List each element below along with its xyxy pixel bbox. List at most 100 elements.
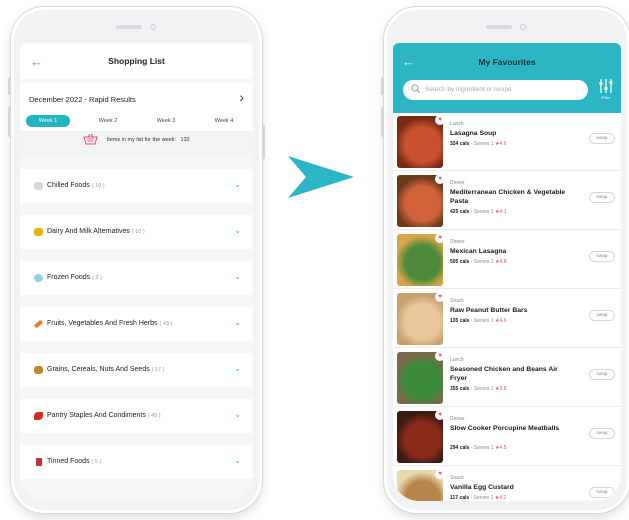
category-name: Dairy And Milk Alternatives [47, 228, 130, 235]
category-name: Fruits, Vegetables And Fresh Herbs [47, 320, 158, 327]
meal-type: Dinner [450, 239, 465, 245]
swap-button[interactable]: swap [589, 133, 615, 144]
chevron-down-icon[interactable]: ⌄ [234, 272, 241, 281]
serves: - Serves 1 [470, 259, 494, 265]
swap-button[interactable]: swap [589, 428, 615, 439]
heart-icon[interactable]: ♥ [435, 351, 445, 361]
chevron-down-icon[interactable]: ⌄ [234, 180, 241, 189]
rating: 3.8 [499, 386, 507, 392]
phone-favourites: ← My Favourites Search by ingredient or … [381, 6, 629, 514]
recipe-name[interactable]: Mediterranean Chicken & Vegetable Pasta [450, 188, 570, 206]
heart-icon[interactable]: ♥ [435, 233, 445, 243]
items-count-row: Items in my list for the week: 132 [20, 131, 253, 157]
category-row[interactable]: Tinned Foods ( 5 ) ⌄ [20, 445, 253, 479]
recipe-meta: 294 cals - Serves 1 ★4.5 [450, 445, 506, 451]
calories: 324 cals [450, 141, 470, 147]
header: ← My Favourites Search by ingredient or … [393, 43, 621, 113]
swap-button[interactable]: swap [589, 487, 615, 498]
category-name: Pantry Staples And Condiments [47, 412, 146, 419]
search-placeholder: Search by ingredient or recipe [425, 86, 512, 93]
grains-icon [34, 366, 43, 374]
page-title: Shopping List [108, 56, 165, 66]
carrot-icon [33, 319, 44, 329]
recipe-name[interactable]: Slow Cooker Porcupine Meatballs [450, 424, 570, 433]
tab-week-3[interactable]: Week 3 [144, 115, 188, 127]
category-row[interactable]: Fruits, Vegetables And Fresh Herbs ( 43 … [20, 307, 253, 341]
recipe-name[interactable]: Seasoned Chicken and Beans Air Fryer [450, 365, 570, 383]
heart-icon[interactable]: ♥ [435, 115, 445, 125]
recipe-row[interactable]: ♥ Dinner Slow Cooker Porcupine Meatballs 29… [393, 408, 621, 466]
category-row[interactable]: Pantry Staples And Condiments ( 45 ) ⌄ [20, 399, 253, 433]
category-count: ( 2 ) [92, 275, 102, 281]
tab-week-1[interactable]: Week 1 [26, 115, 70, 127]
category-row[interactable]: Chilled Foods ( 10 ) ⌄ [20, 169, 253, 203]
items-count: 132 [180, 136, 190, 143]
recipe-meta: 505 cals - Serves 1 ★4.8 [450, 259, 506, 265]
heart-icon[interactable]: ♥ [435, 410, 445, 420]
heart-icon[interactable]: ♥ [435, 174, 445, 184]
chevron-right-icon[interactable]: › [239, 89, 244, 105]
meal-type: Snack [450, 298, 464, 304]
speaker [486, 25, 512, 29]
category-row[interactable]: Grains, Cereals, Nuts And Seeds ( 17 ) ⌄ [20, 353, 253, 387]
recipe-row[interactable]: ♥ Lunch Lasagna Soup 324 cals - Serves 1 ★4… [393, 113, 621, 171]
calories: 355 cals [450, 386, 470, 392]
heart-icon[interactable]: ♥ [435, 292, 445, 302]
serves: - Serves 1 [470, 445, 494, 451]
calories: 135 cals [450, 318, 470, 324]
recipe-meta: 425 cals - Serves 1 ★4.1 [450, 209, 506, 215]
tab-week-4[interactable]: Week 4 [202, 115, 246, 127]
recipe-meta: 117 cals - Serves 1 ★4.2 [450, 495, 506, 501]
shopping-list-screen: ← Shopping List December 2022 - Rapid Re… [20, 43, 253, 501]
recipe-name[interactable]: Lasagna Soup [450, 129, 570, 138]
category-name: Chilled Foods [47, 182, 90, 189]
swap-button[interactable]: swap [589, 369, 615, 380]
recipe-row[interactable]: ♥ Snack Raw Peanut Butter Bars 135 cals - S… [393, 290, 621, 348]
filter-button[interactable]: Filter [596, 77, 616, 103]
calories: 294 cals [450, 445, 470, 451]
recipe-row[interactable]: ♥ Snack Vanilla Egg Custard 117 cals - Serv… [393, 467, 621, 501]
category-count: ( 43 ) [159, 321, 173, 327]
chevron-down-icon[interactable]: ⌄ [234, 226, 241, 235]
category-name: Frozen Foods [47, 274, 91, 281]
swap-button[interactable]: swap [589, 310, 615, 321]
category-row[interactable]: Frozen Foods ( 2 ) ⌄ [20, 261, 253, 295]
category-count: ( 45 ) [147, 413, 161, 419]
rating: 4.2 [499, 495, 507, 501]
rating: 4.8 [499, 259, 507, 265]
speaker [116, 25, 142, 29]
recipe-name[interactable]: Vanilla Egg Custard [450, 483, 570, 492]
category-row[interactable]: Dairy And Milk Alternatives ( 10 ) ⌄ [20, 215, 253, 249]
snowflake-icon [34, 274, 43, 282]
rating: 4.5 [499, 445, 507, 451]
chevron-down-icon[interactable]: ⌄ [234, 410, 241, 419]
volume-button [381, 107, 384, 137]
recipe-meta: 324 cals - Serves 1 ★4.6 [450, 141, 506, 147]
recipe-row[interactable]: ♥ Dinner Mediterranean Chicken & Vegetable… [393, 172, 621, 230]
stage: ← Shopping List December 2022 - Rapid Re… [0, 0, 629, 520]
chevron-down-icon[interactable]: ⌄ [234, 318, 241, 327]
recipe-meta: 355 cals - Serves 1 ★3.8 [450, 386, 506, 392]
recipe-name[interactable]: Mexican Lasagna [450, 247, 570, 256]
heart-icon[interactable]: ♥ [435, 469, 445, 479]
recipe-name[interactable]: Raw Peanut Butter Bars [450, 306, 570, 315]
camera [150, 24, 156, 30]
swap-button[interactable]: swap [589, 251, 615, 262]
serves: - Serves 1 [470, 141, 494, 147]
period-label: December 2022 - Rapid Results [29, 95, 136, 104]
meal-type: Dinner [450, 416, 465, 422]
chevron-down-icon[interactable]: ⌄ [234, 456, 241, 465]
tab-week-2[interactable]: Week 2 [86, 115, 130, 127]
meal-type: Dinner [450, 180, 465, 186]
items-label: Items in my list for the week: [106, 136, 177, 143]
swap-button[interactable]: swap [589, 192, 615, 203]
calories: 425 cals [450, 209, 470, 215]
basket-icon [83, 134, 98, 145]
search-input[interactable]: Search by ingredient or recipe [403, 80, 588, 100]
recipe-row[interactable]: ♥ Lunch Seasoned Chicken and Beans Air Fry… [393, 349, 621, 407]
category-count: ( 10 ) [91, 183, 105, 189]
recipe-row[interactable]: ♥ Dinner Mexican Lasagna 505 cals - Serves … [393, 231, 621, 289]
week-tabs: Week 1 Week 2 Week 3 Week 4 [26, 115, 247, 127]
phone-shopping-list: ← Shopping List December 2022 - Rapid Re… [8, 6, 265, 514]
chevron-down-icon[interactable]: ⌄ [234, 364, 241, 373]
